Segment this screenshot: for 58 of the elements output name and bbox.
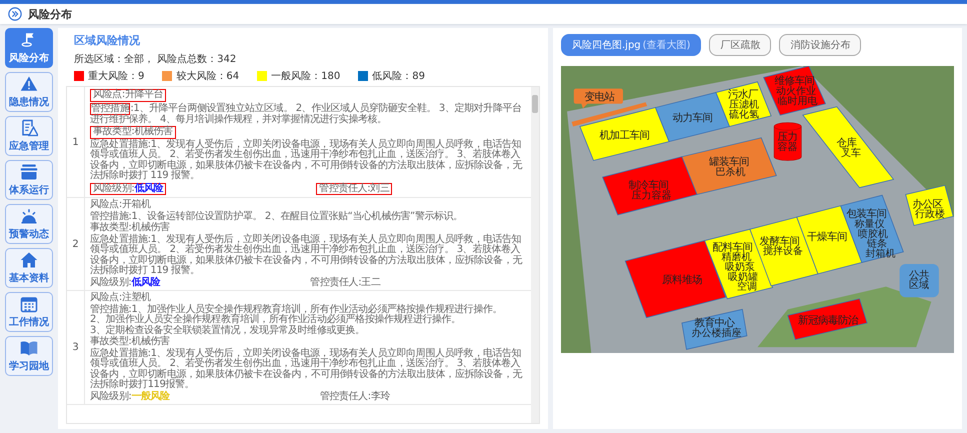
tab[interactable]: 厂区疏散 — [709, 34, 772, 56]
risk-zone: 维修车间 动火作业 临时用电 — [763, 66, 826, 116]
risk-zone: 公共 区域 — [900, 264, 939, 298]
sidebar-item[interactable]: 工作情况 — [5, 292, 53, 332]
summary-text: 所选区域：全部， 风险点总数：342 — [74, 52, 238, 66]
response-text: 应急处置措施:1、发现有人受伤后，立即关闭设备电源，现场有关人员立即向周围人员呼救，电话告知领导或值班人员。 2、若受伤者发生创伤出血，迅速用干净纱布包扎止血，送医治疗。 3、若肢体卷入设备内，立即切断电源，如果肢体仍被卡在设备内，不可用倒转设备的方法取出肢体，应拆除设备，无法拆除时拨打 119 报警。 — [90, 140, 524, 182]
sidebar-item[interactable]: 学习园地 — [5, 336, 53, 376]
measures-text: 管控措施:1、加强作业人员安全操作规程教育培训，所有作业活动必须严格按操作规程进行操作。 2、加强作业人员安全操作规程教育培训，所有作业活动必须严格按操作规程进行操作。 3、定期检查设备安全联锁装置情况，发现异常及时维修或更换。 — [90, 304, 504, 336]
sidebar-item[interactable]: 风险分布 — [5, 28, 53, 68]
legend-label: 低风险：89 — [372, 70, 425, 83]
legend-label: 一般风险：180 — [271, 70, 340, 83]
document-warning-icon — [20, 119, 38, 137]
risk-zone: 制冷车间 压力容器 — [602, 156, 698, 216]
row-number: 3 — [67, 291, 85, 404]
owner-text: 管控责任人:李玲 — [320, 392, 390, 402]
risk-zone: 机加工车间 — [579, 107, 670, 161]
scrollbar-thumb[interactable] — [532, 95, 538, 113]
drawer-icon — [20, 163, 38, 181]
home-icon — [20, 251, 38, 269]
sidebar-item[interactable]: 预警动态 — [5, 204, 53, 244]
risk-zone: 污水厂 压滤机 硫化氢 — [715, 81, 772, 127]
risk-zone: 教育中心 办公楼插座 — [682, 308, 748, 350]
double-chevron-icon — [8, 7, 22, 21]
scrollbar-track[interactable] — [531, 87, 539, 423]
legend-label: 较大风险：64 — [176, 70, 240, 83]
risk-level-text: 风险级别:一般风险 — [90, 392, 170, 402]
sidebar-item[interactable]: 基本资料 — [5, 248, 53, 288]
measures-text: 管控措施:1、设备运转部位设置防护罩。 2、在醒目位置张贴“当心机械伤害”警示标识。 — [90, 212, 464, 222]
row-number: 1 — [67, 87, 85, 197]
response-text: 应急处置措施:1、发现有人受伤后，立即关闭设备电源，现场有关人员立即向周围人员呼救，电话告知领导或值班人员。 2、若受伤者发生创伤出血，迅速用干净纱布包扎止血，送医治疗。 3、若肢体卷入设备内，立即切断电源，如果肢体仍被卡在设备内，不可用倒转设备的方法取出肢体，应拆除设备，无法拆除时拨打119报警。 — [90, 348, 524, 390]
risk-zone: 办公区 行政楼 — [905, 184, 954, 226]
panel-title: 区域风险情况 — [74, 33, 141, 48]
risk-point-text: 风险点:开箱机 — [90, 200, 152, 210]
accident-type-text: 事故类型:机械伤害 — [90, 126, 176, 138]
response-text: 应急处置措施:1、发现有人受伤后，立即关闭设备电源，现场有关人员立即向周围人员呼救，电话告知领导或值班人员。 2、若受伤者发生创伤出血，迅速用干净纱布包扎止血，送医治疗。 3、若肢体卷入设备内，立即切断电源，如果肢体仍被卡在设备内，不可用倒转设备的方法取出肢体，应拆除设备，无法拆除时拨打 119 报警。 — [90, 234, 524, 276]
page-title: 风险分布 — [28, 6, 72, 22]
row-number: 2 — [67, 198, 85, 290]
risk-point-text: 风险点:升降平台 — [90, 89, 166, 102]
owner-text: 管控责任人:刘三 — [316, 182, 392, 195]
risk-zone: 罐装车间 巴杀机 — [681, 137, 777, 195]
owner-text: 管控责任人:王二 — [310, 278, 380, 288]
warning-icon — [20, 75, 38, 93]
calendar-icon — [20, 295, 38, 313]
risk-level-text: 风险级别:低风险 — [90, 182, 166, 195]
sidebar-item[interactable]: 体系运行 — [5, 160, 53, 200]
legend-label: 重大风险：9 — [88, 70, 144, 83]
book-icon — [20, 339, 38, 357]
risk-zone: 新冠病毒防治 — [787, 298, 868, 340]
risk-point-text: 风险点:注塑机 — [90, 293, 152, 304]
radar-icon — [20, 207, 38, 225]
risk-level-text: 风险级别:低风险 — [90, 278, 160, 288]
tab[interactable]: 风险四色图.jpg (查看大图) — [561, 34, 702, 56]
sidebar-item[interactable]: 隐患情况 — [5, 72, 53, 112]
risk-zone: 仓库 叉车 — [802, 106, 894, 188]
tank-zone: 压力 容器 — [774, 122, 802, 161]
label-callout: 变电站 — [574, 88, 623, 108]
tab[interactable]: 消防设施分布 — [779, 34, 862, 56]
sidebar-item[interactable]: 应急管理 — [5, 116, 53, 156]
